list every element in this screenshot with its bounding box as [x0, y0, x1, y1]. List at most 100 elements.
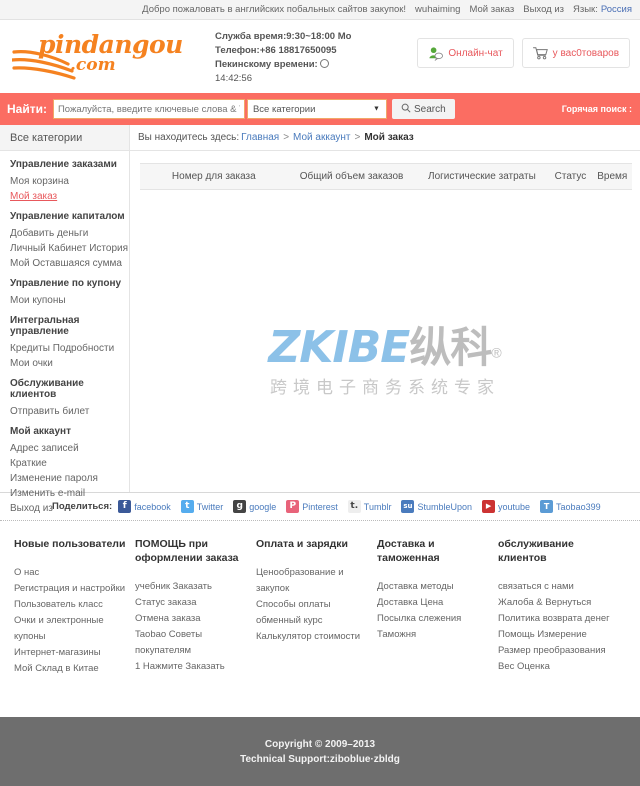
footer-link-pricing-purchase[interactable]: Ценообразование и закупок — [256, 565, 369, 597]
orders-table-body — [140, 190, 632, 210]
footer-link-cost-calculator[interactable]: Калькулятор стоимости — [256, 629, 369, 645]
footer-column-shipping: Доставка и таможенная Доставка методы До… — [377, 537, 498, 681]
sidebar-group-title: Управление по купону — [10, 278, 122, 289]
share-youtube[interactable]: ▶ youtube — [482, 500, 530, 513]
logo-area[interactable]: pindangou .com — [0, 20, 215, 93]
column-header-order-number: Номер для заказа — [140, 163, 288, 190]
footer-link-order-status[interactable]: Статус заказа — [135, 595, 248, 611]
footer-link-user-class[interactable]: Пользователь класс — [14, 597, 127, 613]
share-twitter-label: Twitter — [196, 501, 224, 512]
sidebar-item-address-book[interactable]: Адрес записей — [10, 441, 129, 456]
sidebar-group-orders: Управление заказами Моя корзина Мой зака… — [10, 159, 129, 204]
footer-link-online-shops[interactable]: Интернет-магазины — [14, 645, 127, 661]
share-tumblr[interactable]: t. Tumblr — [347, 500, 392, 513]
facebook-icon: f — [118, 500, 132, 513]
search-icon — [401, 103, 411, 116]
share-facebook[interactable]: f facebook — [118, 500, 171, 513]
hot-search-label: Горячая поиск : — [561, 104, 632, 114]
footer-link-registration[interactable]: Регистрация и настройки — [14, 581, 127, 597]
footer-column-title: ПОМОЩЬ при оформлении заказа — [135, 538, 239, 564]
footer-link-order-tutorial[interactable]: учебник Заказать — [135, 579, 248, 595]
my-order-link[interactable]: Мой заказ — [469, 4, 514, 15]
share-youtube-label: youtube — [498, 501, 531, 512]
language-value-link[interactable]: Россия — [601, 4, 632, 15]
sidebar-item-credits-details[interactable]: Кредиты Подробности — [10, 341, 129, 356]
footer-link-payment-methods[interactable]: Способы оплаты — [256, 597, 369, 613]
sidebar-item-my-points[interactable]: Мои очки — [10, 356, 129, 371]
footer-link-shipping-methods[interactable]: Доставка методы — [377, 579, 490, 595]
footer-link-package-tracking[interactable]: Посылка слежения — [377, 611, 490, 627]
sidebar-item-profile[interactable]: Краткие — [10, 456, 129, 471]
footer-link-warehouse-china[interactable]: Мой Склад в Китае — [14, 661, 127, 677]
footer-link-points-coupons[interactable]: Очки и электронные купоны — [14, 613, 127, 645]
footer-link-order-cancel[interactable]: Отмена заказа — [135, 611, 248, 627]
footer-link-measurement-help[interactable]: Помощь Измерение — [498, 627, 614, 643]
sidebar-item-account-history[interactable]: Личный Кабинет История — [10, 241, 129, 256]
footer-link-contact-us[interactable]: связаться с нами — [498, 579, 614, 595]
share-tumblr-label: Tumblr — [363, 501, 392, 512]
cart-button[interactable]: у вас0товаров — [521, 38, 630, 68]
sidebar-item-change-email[interactable]: Изменить e-mail — [10, 486, 129, 501]
tumblr-icon: t. — [347, 500, 361, 513]
footer-column-title: Новые пользователи — [14, 538, 126, 550]
search-button[interactable]: Search — [391, 99, 455, 119]
footer-links: Новые пользователи О нас Регистрация и н… — [0, 521, 640, 681]
breadcrumb: Вы находитесь здесь: Главная > Мой аккау… — [130, 125, 640, 151]
chevron-down-icon: ▼ — [373, 105, 380, 113]
share-google[interactable]: g google — [233, 500, 276, 513]
footer-link-one-click-order[interactable]: 1 Нажмите Заказать — [135, 659, 248, 675]
footer-link-weight-estimate[interactable]: Вес Оценка — [498, 659, 614, 675]
sidebar-group-integral: Интегральная управление Кредиты Подробно… — [10, 315, 129, 371]
footer-link-complaint-return[interactable]: Жалоба & Вернуться — [498, 595, 614, 611]
sidebar-group-title: Мой аккаунт — [10, 426, 71, 437]
footer-link-shipping-price[interactable]: Доставка Цена — [377, 595, 490, 611]
logo-dotcom-text: .com — [70, 54, 116, 75]
share-twitter[interactable]: t Twitter — [180, 500, 224, 513]
share-pinterest[interactable]: P Pinterest — [286, 500, 338, 513]
search-input[interactable] — [52, 99, 245, 119]
sidebar-group-title: Интегральная управление — [10, 315, 80, 337]
watermark-cn-text: 纵科 — [409, 323, 492, 372]
username-link[interactable]: wuhaiming — [415, 4, 460, 15]
footer-link-size-conversion[interactable]: Размер преобразования — [498, 643, 614, 659]
sidebar-item-add-money[interactable]: Добавить деньги — [10, 226, 129, 241]
logout-link[interactable]: Выход из — [523, 4, 564, 15]
sidebar-item-submit-ticket[interactable]: Отправить билет — [10, 404, 129, 419]
sidebar-item-my-cart[interactable]: Моя корзина — [10, 174, 129, 189]
column-header-order-total: Общий объем заказов — [287, 163, 416, 190]
footer-link-about-us[interactable]: О нас — [14, 565, 127, 581]
beijing-time-value: 14:42:56 — [215, 72, 252, 84]
footer-link-refund-policy[interactable]: Политика возврата денег — [498, 611, 614, 627]
site-header: pindangou .com Служба время:9:30~18:00 M… — [0, 20, 640, 93]
sidebar-group-coupon: Управление по купону Мои купоны — [10, 278, 129, 308]
top-utility-bar: Добро пожаловать в английских побальных … — [0, 0, 640, 20]
clock-icon — [320, 58, 330, 68]
sidebar-item-my-order[interactable]: Мой заказ — [10, 189, 129, 204]
breadcrumb-home-link[interactable]: Главная — [241, 132, 279, 143]
orders-table: Номер для заказа Общий объем заказов Лог… — [140, 163, 632, 210]
breadcrumb-account-link[interactable]: Мой аккаунт — [293, 132, 350, 143]
footer-column-title: Доставка и таможенная — [377, 538, 440, 564]
share-taobao399[interactable]: T Taobao399 — [540, 500, 601, 513]
sidebar-item-my-coupons[interactable]: Мои купоны — [10, 293, 129, 308]
content-area: Вы находитесь здесь: Главная > Мой аккау… — [130, 125, 640, 492]
category-select[interactable]: Все категории ▼ — [246, 99, 387, 119]
sidebar-heading: Все категории — [0, 125, 129, 151]
footer-link-customs[interactable]: Таможня — [377, 627, 490, 643]
header-action-buttons: Онлайн-чат у вас0товаров — [417, 38, 630, 68]
site-logo[interactable]: pindangou .com — [12, 30, 183, 84]
sidebar-item-change-password[interactable]: Изменение пароля — [10, 471, 129, 486]
share-stumbleupon[interactable]: su StumbleUpon — [401, 500, 472, 513]
sidebar-group-capital: Управление капиталом Добавить деньги Лич… — [10, 211, 129, 271]
search-button-label: Search — [413, 103, 446, 115]
chat-icon — [428, 46, 444, 61]
online-chat-label: Онлайн-чат — [448, 47, 503, 59]
footer-link-exchange-rate[interactable]: обменный курс — [256, 613, 369, 629]
online-chat-button[interactable]: Онлайн-чат — [417, 38, 514, 68]
sidebar-item-balance[interactable]: Мой Оставшаяся сумма — [10, 256, 129, 271]
orders-table-empty-row — [140, 190, 632, 210]
share-stumbleupon-label: StumbleUpon — [417, 501, 473, 512]
footer-link-taobao-tips[interactable]: Taobao Советы покупателям — [135, 627, 248, 659]
category-select-value: Все категории — [252, 103, 316, 115]
column-header-status: Статус — [548, 163, 593, 190]
